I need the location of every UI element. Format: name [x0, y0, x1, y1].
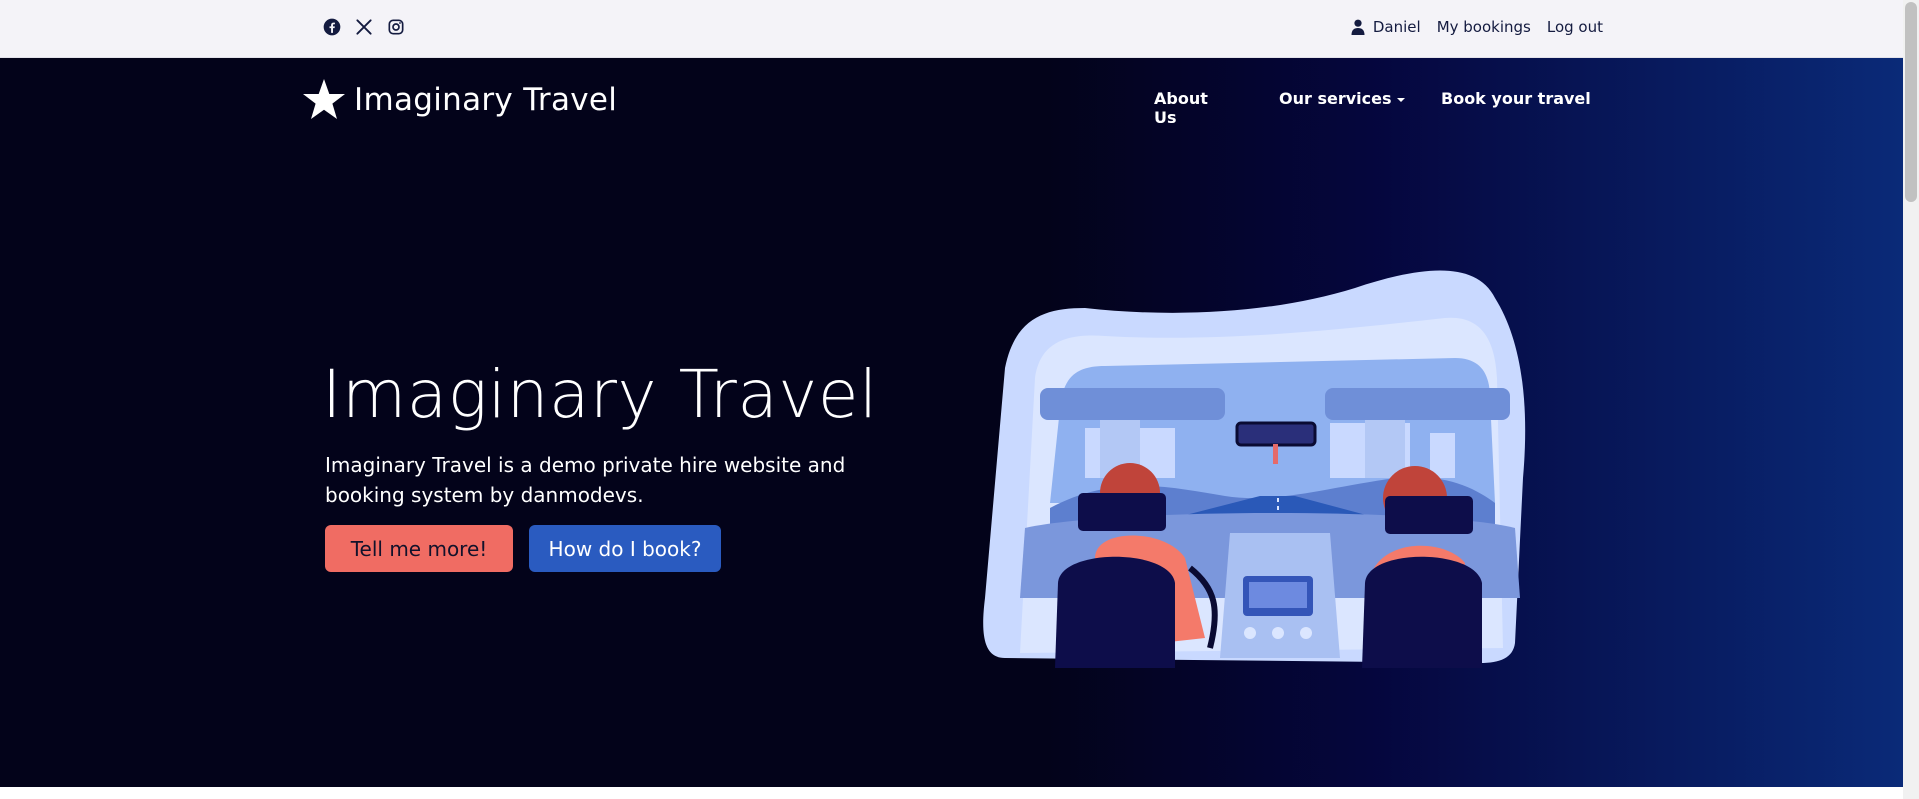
hero-section: Imaginary Travel About Us Our services B…: [0, 58, 1903, 787]
my-bookings-link[interactable]: My bookings: [1437, 18, 1531, 36]
nav-about-us[interactable]: About Us: [1154, 89, 1208, 127]
user-icon: [1351, 19, 1365, 35]
instagram-icon[interactable]: [386, 17, 406, 37]
nav-our-services-label: Our services: [1279, 89, 1392, 108]
logout-link[interactable]: Log out: [1547, 18, 1603, 36]
how-do-i-book-button[interactable]: How do I book?: [529, 525, 721, 572]
nav-our-services[interactable]: Our services: [1279, 89, 1405, 108]
top-utility-bar: Daniel My bookings Log out: [0, 0, 1903, 58]
hero-subtitle: Imaginary Travel is a demo private hire …: [325, 453, 846, 507]
hero-title: Imaginary Travel: [322, 356, 878, 433]
nav-book-your-travel[interactable]: Book your travel: [1441, 89, 1591, 108]
x-twitter-icon[interactable]: [354, 17, 374, 37]
brand-logo[interactable]: Imaginary Travel: [302, 78, 617, 122]
scrollbar-thumb[interactable]: [1905, 2, 1917, 202]
facebook-icon[interactable]: [322, 17, 342, 37]
user-profile-link[interactable]: Daniel: [1351, 18, 1421, 36]
user-nav: Daniel My bookings Log out: [1351, 18, 1603, 36]
social-links: [322, 17, 406, 37]
scrollbar[interactable]: [1903, 0, 1919, 799]
car-interior-illustration: [983, 270, 1526, 668]
caret-down-icon: [1396, 97, 1405, 102]
user-name: Daniel: [1372, 18, 1421, 36]
tell-me-more-button[interactable]: Tell me more!: [325, 525, 513, 572]
star-icon: [303, 79, 345, 119]
brand-name: Imaginary Travel: [354, 82, 618, 118]
